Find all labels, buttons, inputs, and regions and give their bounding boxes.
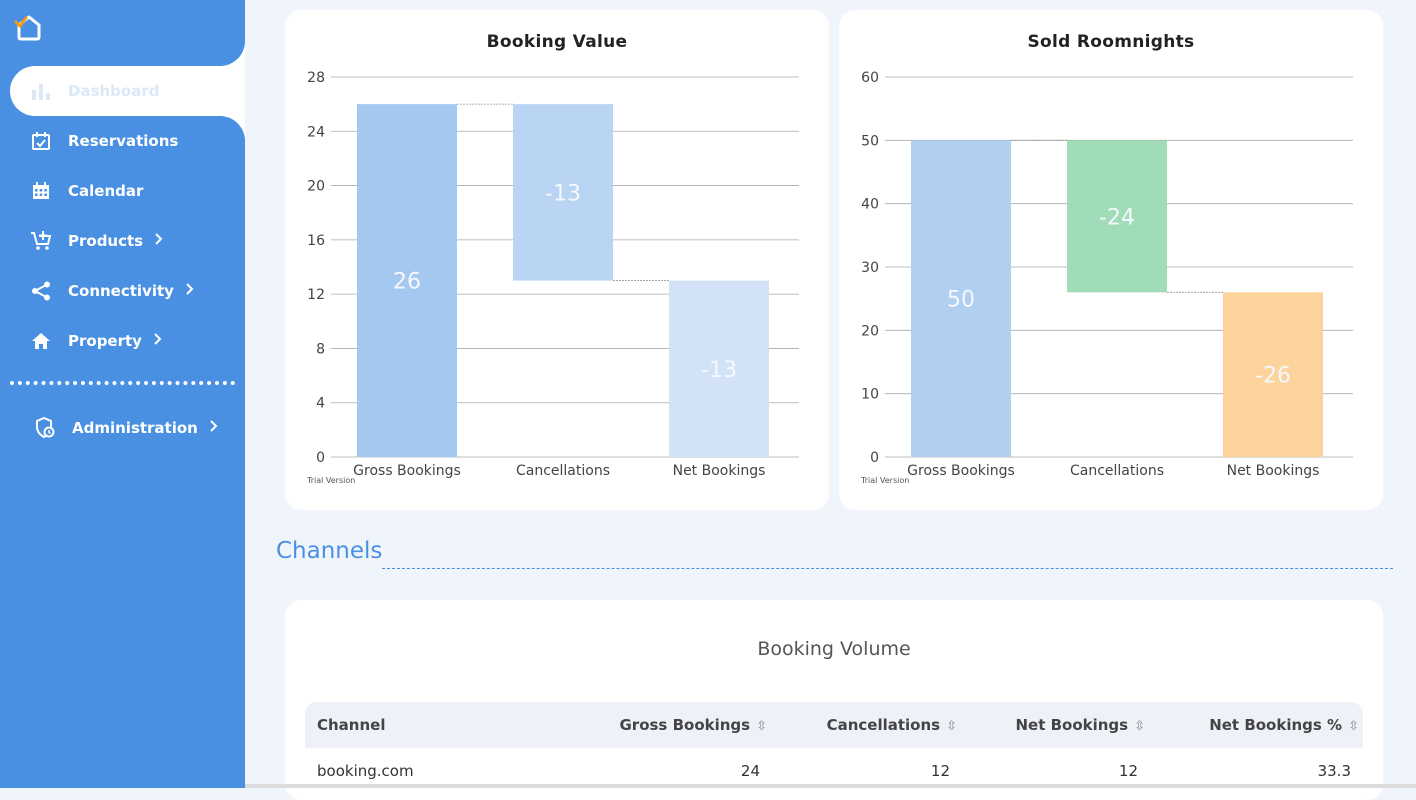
column-header-channel[interactable]: Channel <box>317 716 385 734</box>
data-label: -13 <box>545 181 581 206</box>
data-label: -13 <box>701 358 737 383</box>
sold-roomnights-chart: 0 10 20 30 40 50 60 50 Gross Bookings -24 Cancella… <box>861 70 1353 479</box>
home-icon <box>30 330 52 352</box>
sidebar-item-administration[interactable]: Administration <box>10 403 245 453</box>
y-tick-label: 40 <box>861 197 879 213</box>
y-tick-label: 0 <box>316 450 325 466</box>
sidebar-item-calendar[interactable]: Calendar <box>10 166 245 216</box>
cell-net-bookings-percent: 33.3 <box>1317 762 1351 780</box>
sidebar-divider <box>10 381 235 385</box>
y-tick-label: 20 <box>307 179 325 195</box>
sidebar-item-label: Dashboard <box>68 82 160 100</box>
sort-icon[interactable]: ⇳ <box>1134 719 1145 734</box>
app-logo-icon[interactable] <box>14 12 44 42</box>
chevron-right-icon <box>186 283 194 299</box>
sidebar-item-label: Calendar <box>68 182 144 200</box>
sidebar-item-property[interactable]: Property <box>10 316 245 366</box>
booking-volume-card: Booking Volume Channel Gross Bookings ⇳ C… <box>285 600 1383 800</box>
booking-value-chart: 0 4 8 12 16 20 24 28 26 Gross Bookings -13 Cancella… <box>307 70 799 479</box>
section-divider <box>382 568 1393 569</box>
trial-version-label: Trial Version <box>307 476 356 485</box>
data-label: 50 <box>947 288 975 313</box>
column-header-net-bookings-percent[interactable]: Net Bookings % ⇳ <box>1209 716 1359 734</box>
cell-net-bookings: 12 <box>1118 762 1138 780</box>
sidebar-item-label: Products <box>68 232 144 250</box>
sidebar-item-label: Connectivity <box>68 282 174 300</box>
x-tick-label: Cancellations <box>516 463 610 479</box>
y-tick-label: 4 <box>316 396 325 412</box>
chevron-right-icon <box>210 420 218 436</box>
y-tick-label: 12 <box>307 287 325 303</box>
x-tick-label: Net Bookings <box>673 463 766 479</box>
y-tick-label: 30 <box>861 260 879 276</box>
sidebar-item-reservations[interactable]: Reservations <box>10 116 245 166</box>
y-tick-label: 50 <box>861 133 879 149</box>
cell-channel: booking.com <box>317 762 414 780</box>
column-header-net-bookings[interactable]: Net Bookings ⇳ <box>1015 716 1145 734</box>
y-tick-label: 10 <box>861 387 879 403</box>
y-tick-label: 0 <box>870 450 879 466</box>
share-icon <box>30 280 52 302</box>
y-tick-label: 28 <box>307 70 325 86</box>
cell-cancellations: 12 <box>930 762 950 780</box>
sidebar-item-dashboard[interactable]: Dashboard <box>10 66 245 116</box>
x-tick-label: Gross Bookings <box>353 463 461 479</box>
booking-value-card: Booking Value 0 4 8 12 16 20 24 28 26 Gross Booki… <box>285 10 829 510</box>
y-tick-label: 60 <box>861 70 879 86</box>
column-header-gross-bookings[interactable]: Gross Bookings ⇳ <box>619 716 767 734</box>
x-tick-label: Cancellations <box>1070 463 1164 479</box>
sort-icon[interactable]: ⇳ <box>756 719 767 734</box>
y-tick-label: 8 <box>316 341 325 357</box>
bar-chart-icon <box>30 80 52 102</box>
chevron-right-icon <box>155 233 163 249</box>
data-label: -26 <box>1255 364 1291 389</box>
x-tick-label: Gross Bookings <box>907 463 1015 479</box>
column-header-cancellations[interactable]: Cancellations ⇳ <box>827 716 957 734</box>
sort-icon[interactable]: ⇳ <box>1348 719 1359 734</box>
calendar-grid-icon <box>30 180 52 202</box>
active-tab-corner <box>200 16 245 66</box>
x-tick-label: Net Bookings <box>1227 463 1320 479</box>
table-header: Channel Gross Bookings ⇳ Cancellations ⇳ N… <box>305 702 1363 748</box>
y-tick-label: 20 <box>861 323 879 339</box>
data-label: 26 <box>393 270 421 295</box>
sold-roomnights-card: Sold Roomnights 0 10 20 30 40 50 60 50 Gross Boo… <box>839 10 1383 510</box>
sidebar: Dashboard Reservations Calendar Products… <box>0 0 245 788</box>
admin-gear-icon <box>34 417 56 439</box>
sidebar-item-connectivity[interactable]: Connectivity <box>10 266 245 316</box>
sidebar-item-products[interactable]: Products <box>10 216 245 266</box>
table-row: booking.com 24 12 12 33.3 <box>305 748 1363 788</box>
cart-icon <box>30 230 52 252</box>
sort-icon[interactable]: ⇳ <box>946 719 957 734</box>
horizontal-scrollbar[interactable] <box>245 784 1416 788</box>
table-title: Booking Volume <box>757 638 911 660</box>
y-tick-label: 24 <box>307 124 325 140</box>
y-tick-label: 16 <box>307 233 325 249</box>
data-label: -24 <box>1099 205 1135 230</box>
section-title: Channels <box>276 538 383 564</box>
cell-gross-bookings: 24 <box>740 762 760 780</box>
sidebar-item-label: Administration <box>72 419 198 437</box>
sidebar-item-label: Reservations <box>68 132 179 150</box>
calendar-check-icon <box>30 130 52 152</box>
trial-version-label: Trial Version <box>861 476 910 485</box>
chevron-right-icon <box>154 333 162 349</box>
sidebar-item-label: Property <box>68 332 142 350</box>
